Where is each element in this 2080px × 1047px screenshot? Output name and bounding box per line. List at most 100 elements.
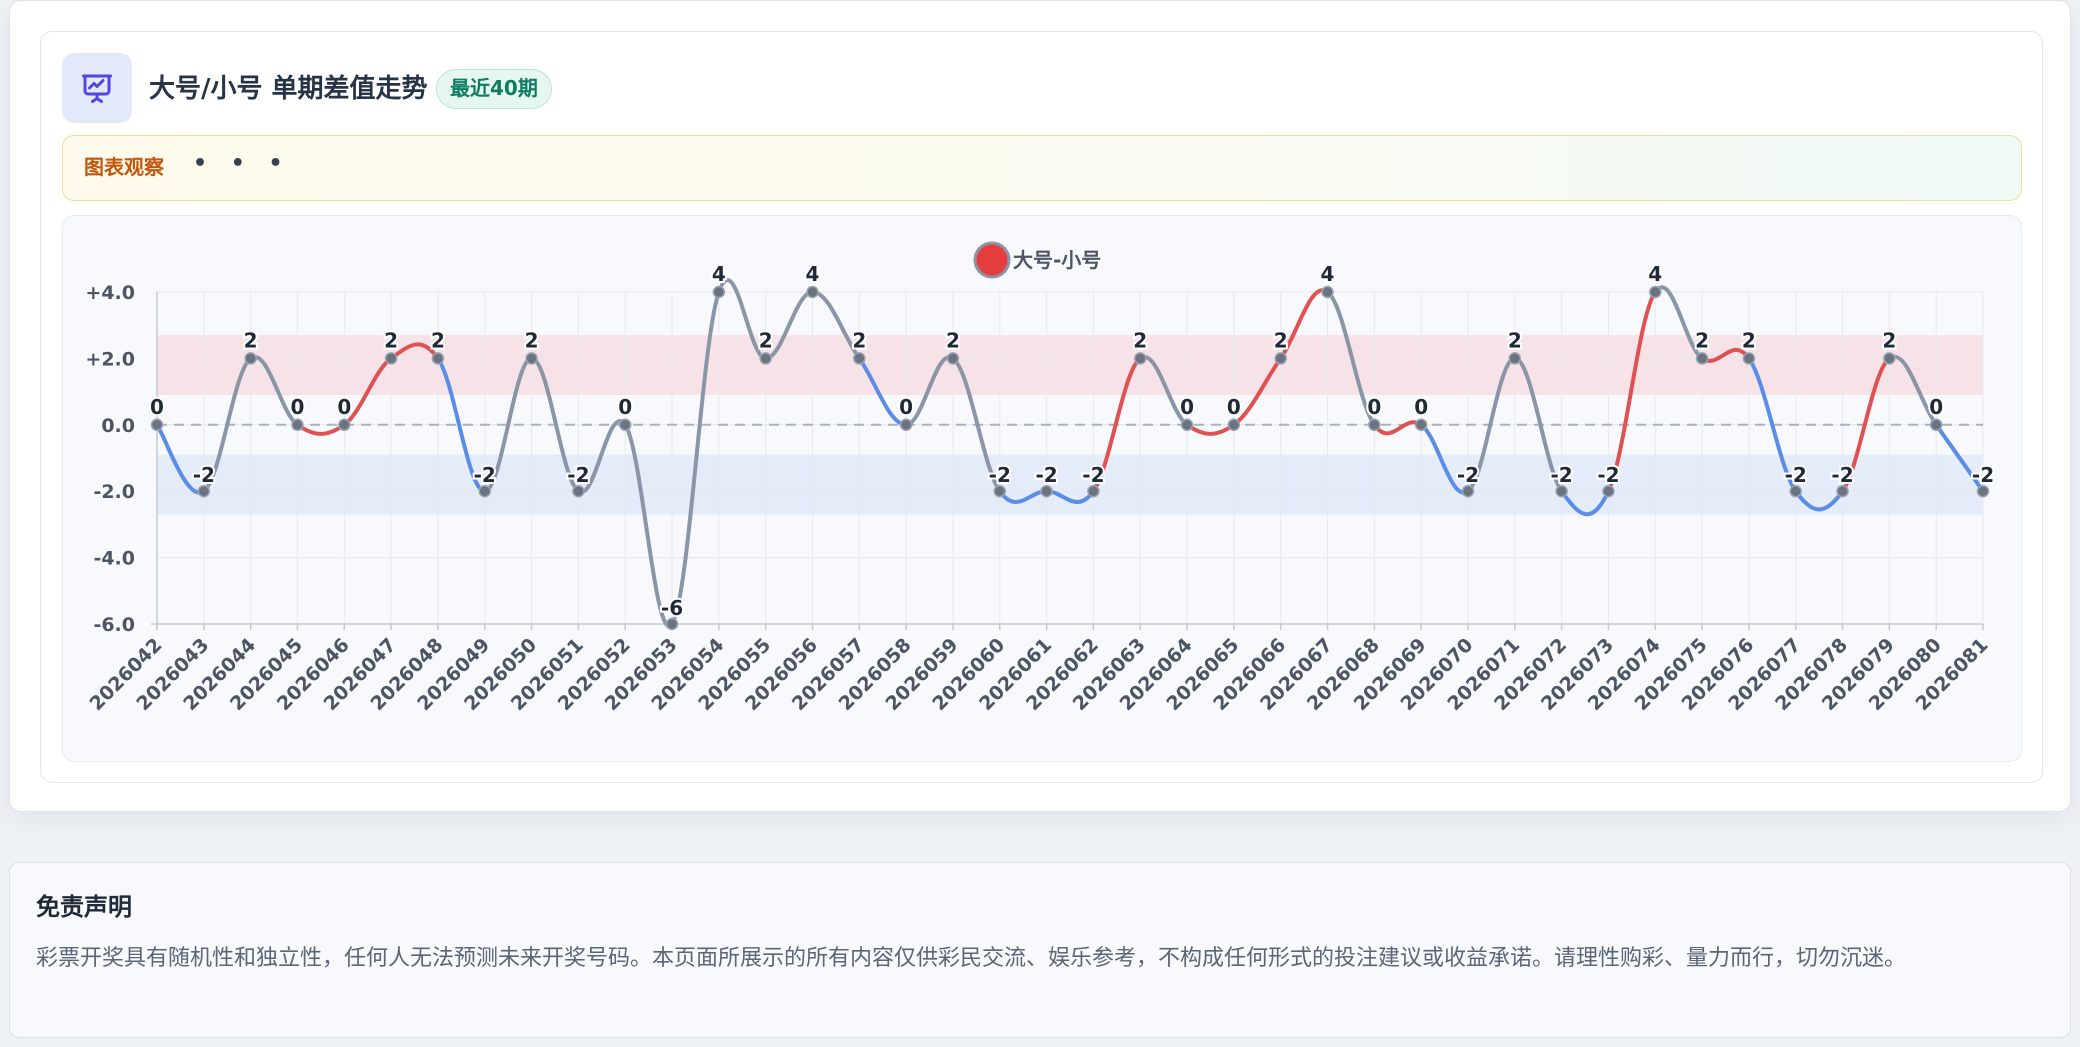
data-point[interactable] — [1227, 418, 1241, 432]
chart-panel: 大号/小号 单期差值走势 最近40期 图表观察 • • • +4.0 +2.0 0.… — [40, 31, 2043, 783]
data-point[interactable] — [665, 617, 679, 631]
data-point[interactable] — [806, 285, 819, 299]
data-label: 0 — [1367, 395, 1381, 419]
data-point[interactable] — [1087, 484, 1100, 498]
data-point[interactable] — [338, 418, 351, 432]
trend-card: 大号/小号 单期差值走势 最近40期 图表观察 • • • +4.0 +2.0 0.… — [9, 0, 2071, 812]
data-point[interactable] — [618, 418, 632, 432]
data-point[interactable] — [759, 352, 772, 365]
data-point[interactable] — [1133, 352, 1147, 365]
data-label: 0 — [1929, 395, 1943, 419]
data-point[interactable] — [291, 418, 304, 432]
data-label: 2 — [244, 328, 258, 352]
observation-label: 图表观察 — [84, 155, 164, 179]
legend-label: 大号-小号 — [1013, 248, 1101, 272]
y-tick-label: -6.0 — [93, 614, 135, 636]
data-label: -2 — [1082, 463, 1104, 487]
data-label: 2 — [384, 328, 398, 352]
data-point[interactable] — [1508, 352, 1522, 365]
data-label: 2 — [431, 328, 445, 352]
data-label: -2 — [1457, 463, 1479, 487]
data-point[interactable] — [1836, 484, 1849, 498]
data-point[interactable] — [946, 352, 960, 365]
data-point[interactable] — [1461, 484, 1475, 498]
y-tick-label: -2.0 — [93, 481, 135, 503]
data-label: -2 — [1035, 463, 1057, 487]
y-tick-label: +4.0 — [85, 282, 135, 304]
data-point[interactable] — [150, 418, 164, 432]
data-label: 4 — [1321, 262, 1335, 286]
data-point[interactable] — [1368, 418, 1381, 432]
data-label: 2 — [1274, 328, 1288, 352]
data-label: -2 — [1785, 463, 1807, 487]
data-point[interactable] — [1180, 418, 1194, 432]
data-point[interactable] — [993, 484, 1007, 498]
chart-title: 大号/小号 单期差值走势 — [149, 74, 428, 104]
data-point[interactable] — [1883, 352, 1896, 365]
data-label: -2 — [193, 463, 215, 487]
data-point[interactable] — [244, 352, 257, 365]
data-label: 4 — [1648, 262, 1662, 286]
data-label: 2 — [525, 328, 539, 352]
data-label: 0 — [291, 395, 305, 419]
data-point[interactable] — [384, 352, 398, 365]
data-point[interactable] — [525, 352, 538, 365]
data-point[interactable] — [431, 352, 445, 365]
data-point[interactable] — [197, 484, 211, 498]
data-point[interactable] — [853, 352, 866, 365]
data-point[interactable] — [1602, 484, 1615, 498]
data-label: 2 — [759, 328, 773, 352]
data-label: 2 — [1133, 328, 1147, 352]
data-point[interactable] — [712, 285, 726, 299]
line-chart: +4.0 +2.0 0.0 -2.0 -4.0 -6.0 2026042 2026043 202… — [62, 215, 2022, 762]
data-point[interactable] — [1976, 484, 1990, 498]
period-badge: 最近40期 — [436, 69, 552, 109]
more-dots-icon[interactable]: • • • — [193, 150, 291, 178]
data-point[interactable] — [1321, 285, 1334, 299]
data-label: 2 — [852, 328, 866, 352]
data-label: 2 — [1742, 328, 1756, 352]
data-point[interactable] — [899, 418, 913, 432]
data-point[interactable] — [572, 484, 585, 498]
data-point[interactable] — [478, 484, 491, 498]
data-label: 4 — [806, 262, 820, 286]
y-tick-label: +2.0 — [85, 348, 135, 370]
data-point[interactable] — [1929, 418, 1943, 432]
data-label: -2 — [1831, 463, 1853, 487]
data-label: -2 — [1551, 463, 1573, 487]
data-label: -2 — [989, 463, 1011, 487]
data-label: 2 — [1695, 328, 1709, 352]
y-tick-label: -4.0 — [93, 548, 135, 570]
data-label: -6 — [661, 596, 683, 620]
data-point[interactable] — [1789, 484, 1802, 498]
data-label: 4 — [712, 262, 726, 286]
data-point[interactable] — [1649, 285, 1662, 299]
legend-swatch — [973, 241, 1011, 279]
data-label: 0 — [337, 395, 351, 419]
data-label: 0 — [1227, 395, 1241, 419]
data-point[interactable] — [1274, 352, 1287, 365]
observation-bar[interactable]: 图表观察 • • • — [62, 135, 2022, 201]
data-label: -2 — [567, 463, 589, 487]
disclaimer-title: 免责声明 — [36, 893, 132, 921]
data-label: 0 — [150, 395, 164, 419]
data-point[interactable] — [1695, 352, 1709, 365]
data-point[interactable] — [1742, 352, 1756, 365]
highlight-band-1 — [157, 454, 1983, 515]
data-label: 0 — [618, 395, 632, 419]
series-line-segment — [1185, 422, 1236, 436]
data-label: -2 — [1972, 463, 1994, 487]
disclaimer-text: 彩票开奖具有随机性和独立性，任何人无法预测未来开奖号码。本页面所展示的所有内容仅… — [36, 946, 1907, 971]
data-label: 0 — [1414, 395, 1428, 419]
y-tick-label: 0.0 — [101, 415, 135, 437]
chart-svg: +4.0+2.00.0-2.0-4.0-6.020260422026043202… — [85, 241, 1996, 715]
series-line-segment — [295, 422, 347, 436]
data-label: 2 — [1882, 328, 1896, 352]
presentation-chart-icon — [62, 53, 132, 123]
data-point[interactable] — [1414, 418, 1428, 432]
data-label: 0 — [899, 395, 913, 419]
data-point[interactable] — [1555, 484, 1568, 498]
data-label: -2 — [474, 463, 496, 487]
disclaimer-panel: 免责声明 彩票开奖具有随机性和独立性，任何人无法预测未来开奖号码。本页面所展示的… — [9, 862, 2071, 1038]
data-point[interactable] — [1040, 484, 1053, 498]
